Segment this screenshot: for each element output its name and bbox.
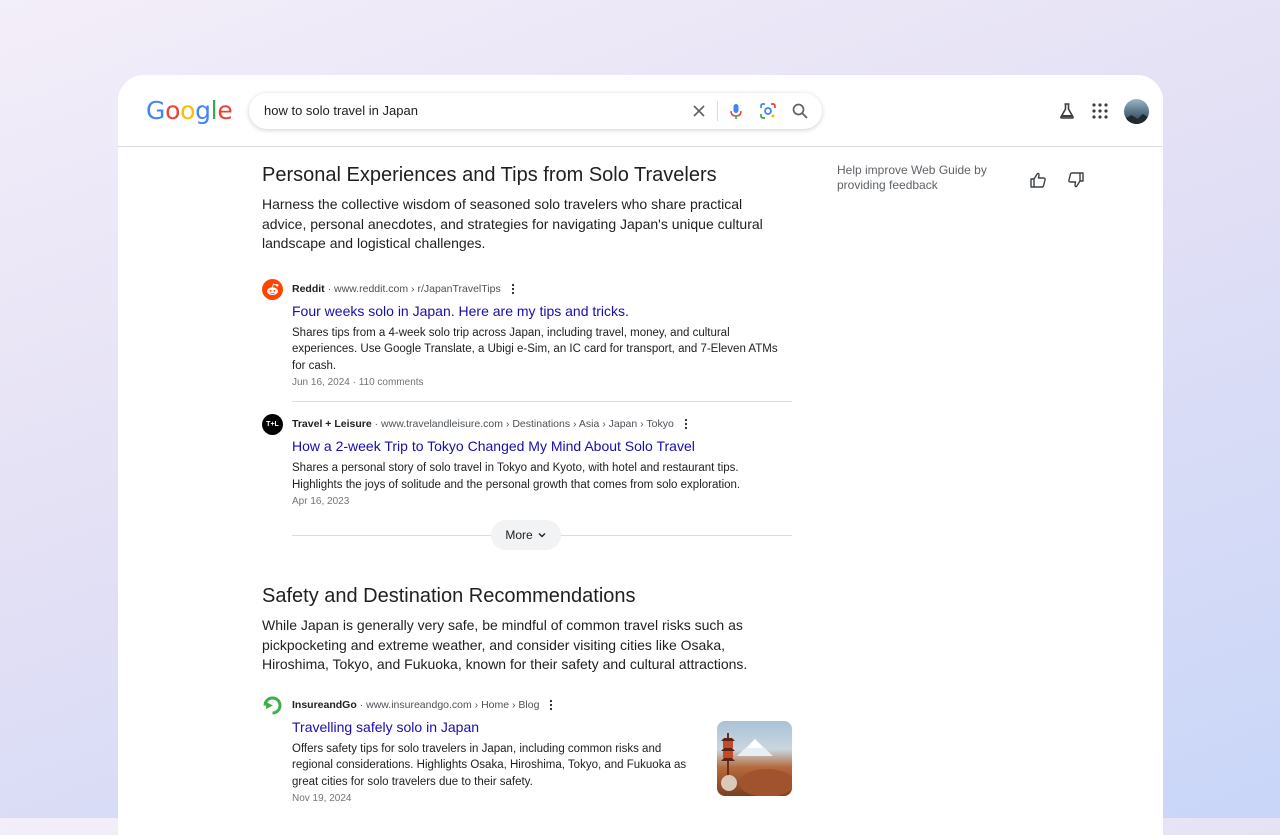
source-name: Reddit [292,282,325,295]
source-url: www.reddit.com › r/JapanTravelTips [334,282,501,295]
account-avatar[interactable] [1124,99,1149,124]
apps-grid-icon[interactable] [1090,101,1110,121]
more-button[interactable]: More [491,520,561,550]
search-icon[interactable] [790,101,810,121]
feedback-text: Help improve Web Guide by providing feed… [837,163,987,192]
result-divider [292,401,792,402]
result-thumbnail[interactable] [717,720,792,796]
microphone-icon[interactable] [726,101,746,121]
result-date: Apr 16, 2023 [292,496,350,507]
result-source: InsureandGo · www.insureandgo.com › Home… [292,695,702,716]
more-label: More [505,528,533,542]
result-date: Nov 19, 2024 [292,793,352,804]
source-url: www.insureandgo.com › Home › Blog [366,698,540,711]
search-divider [717,101,718,121]
insureandgo-icon [262,694,283,716]
more-options-icon[interactable] [683,418,689,430]
search-input[interactable]: how to solo travel in Japan [264,93,418,129]
clear-icon[interactable] [689,101,709,121]
more-options-icon[interactable] [510,283,516,295]
search-result: InsureandGo · www.insureandgo.com › Home… [262,694,792,807]
result-snippet: Offers safety tips for solo travelers in… [292,742,687,788]
result-source: Reddit · www.reddit.com › r/JapanTravelT… [292,279,792,300]
results-column: Personal Experiences and Tips from Solo … [262,161,792,806]
browser-window: Google how to solo travel in Japan Perso… [118,75,1163,835]
search-header: Google how to solo travel in Japan [118,75,1163,147]
reddit-icon [262,278,283,300]
thumbs-up-icon[interactable] [1029,171,1047,189]
more-row: More [292,520,792,550]
result-date: Jun 16, 2024 · 110 comments [292,377,424,388]
section-description: While Japan is generally very safe, be m… [262,617,748,672]
result-source: Travel + Leisure · www.travelandleisure.… [292,414,792,435]
result-title-link[interactable]: Travelling safely solo in Japan [292,717,702,737]
source-url: www.travelandleisure.com › Destinations … [381,418,674,430]
result-snippet: Shares tips from a 4-week solo trip acro… [292,326,778,372]
feedback-panel: Help improve Web Guide by providing feed… [837,163,1097,193]
section-title: Safety and Destination Recommendations [262,585,636,607]
thumbs-down-icon[interactable] [1067,171,1085,189]
search-result: Reddit · www.reddit.com › r/JapanTravelT… [262,278,792,391]
source-name: InsureandGo [292,698,357,711]
result-title-link[interactable]: How a 2-week Trip to Tokyo Changed My Mi… [292,436,792,456]
chevron-down-icon [538,533,546,538]
lens-icon[interactable] [758,101,778,121]
more-options-icon[interactable] [548,699,554,711]
search-box[interactable]: how to solo travel in Japan [249,93,822,129]
labs-flask-icon[interactable] [1057,101,1077,121]
result-title-link[interactable]: Four weeks solo in Japan. Here are my ti… [292,301,792,321]
travel-leisure-icon: T+L [262,414,283,435]
section-description: Harness the collective wisdom of seasone… [262,196,763,251]
section-title: Personal Experiences and Tips from Solo … [262,164,717,186]
google-logo[interactable]: Google [146,96,233,125]
result-snippet: Shares a personal story of solo travel i… [292,462,741,491]
search-result: T+L Travel + Leisure · www.travelandleis… [262,414,792,509]
source-name: Travel + Leisure [292,418,372,430]
